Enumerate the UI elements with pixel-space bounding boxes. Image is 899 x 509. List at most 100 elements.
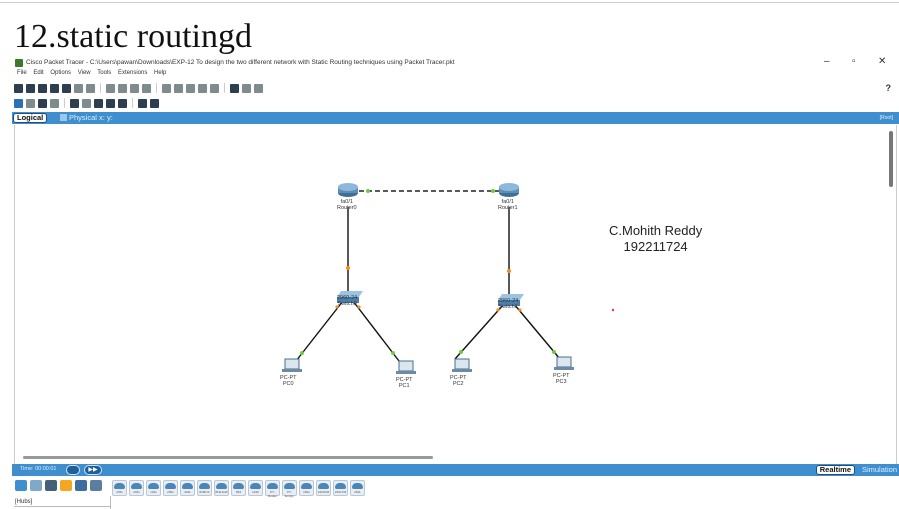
student-id: 192211724 [623,239,688,254]
device-model-4321[interactable]: 4321 [129,480,144,496]
new-file-icon[interactable] [14,83,23,93]
copy-icon[interactable] [106,83,115,93]
switch1-label: 2960-24 Switch1 [498,298,518,310]
menu-view[interactable]: View [78,70,91,76]
multiuser-category-icon[interactable] [90,480,102,491]
router1-name: Router1 [498,205,518,211]
maximize-button[interactable]: ▫ [852,56,856,67]
image-icon[interactable] [254,83,263,93]
device-model-2620xm[interactable]: 2620XM [316,480,331,496]
pc2-icon[interactable] [452,358,472,372]
pc0-icon[interactable] [282,358,302,372]
device-model-pt-router[interactable]: PT-Router [265,480,280,498]
note-icon[interactable] [70,98,79,108]
vertical-scrollbar[interactable] [889,131,893,187]
inspect-icon[interactable] [26,98,35,108]
menu-extensions[interactable]: Extensions [118,70,147,76]
power-cycle-button[interactable] [66,465,80,475]
complex-pdu-icon[interactable] [150,98,159,108]
slide-top-rule [0,2,899,3]
menu-help[interactable]: Help [154,70,166,76]
viewport-icon[interactable] [230,83,239,93]
device-model-4331[interactable]: 4331 [112,480,127,496]
simple-pdu-icon[interactable] [138,98,147,108]
cursor-dot [611,308,615,312]
menu-bar: File Edit Options View Tools Extensions … [12,70,166,81]
toolbar-separator [64,98,65,108]
pc1-label: PC-PT PC1 [396,377,413,389]
menu-options[interactable]: Options [50,70,71,76]
link-light [491,189,495,193]
zoom-reset-icon[interactable] [174,83,183,93]
device-model-1240[interactable]: 1240 [248,480,263,496]
packet-tracer-window: Cisco Packet Tracer - C:\Users\pawan\Dow… [12,56,899,509]
logical-workspace[interactable]: fa0/1 Router0 fa0/1 Router1 2960-24 Swit… [14,125,897,464]
redo-icon[interactable] [142,83,151,93]
zoom-in-icon[interactable] [162,83,171,93]
link-light [518,308,522,312]
device-model-pt-empty[interactable]: PT-Empty [282,480,297,498]
link-light [300,351,304,355]
device-model-2911[interactable]: 2911 [180,480,195,496]
pc3-icon[interactable] [554,356,574,370]
workspace-list-icon[interactable] [242,83,251,93]
minimize-button[interactable]: – [824,56,830,67]
menu-file[interactable]: File [17,70,27,76]
save-icon[interactable] [38,83,47,93]
device-model-2621xm[interactable]: 2621XM [333,480,348,496]
secondary-toolbar [14,96,159,110]
realtime-mode-button[interactable]: Realtime [815,465,855,475]
connections-category-icon[interactable] [60,480,72,491]
pc3-name: PC3 [555,379,567,385]
physical-icon [60,114,67,121]
help-button[interactable]: ? [886,83,892,93]
open-file-icon[interactable] [26,83,35,93]
device-model-829[interactable]: 829 [231,480,246,496]
tab-physical[interactable]: Physical x: y: [60,113,113,123]
pc1-icon[interactable] [396,360,416,374]
menu-tools[interactable]: Tools [97,70,111,76]
misc-category-icon[interactable] [75,480,87,491]
horizontal-scrollbar[interactable] [23,456,433,459]
drawing-palette-icon[interactable] [198,83,207,93]
slide-title: 12.static routingd [14,18,252,55]
toolbar-separator [224,83,225,93]
device-model-2901[interactable]: 2901 [163,480,178,496]
student-name: C.Mohith Reddy [609,223,703,238]
network-info-icon[interactable] [86,83,95,93]
router0-icon[interactable] [338,183,358,197]
undo-icon[interactable] [130,83,139,93]
rectangle-icon[interactable] [94,98,103,108]
device-model-2811[interactable]: 2811 [350,480,365,496]
link-light [357,305,361,309]
select-icon[interactable] [14,98,23,108]
pc2-name: PC2 [452,381,464,387]
freeform-icon[interactable] [118,98,127,108]
device-model-1941[interactable]: 1941 [146,480,161,496]
device-model-819iox[interactable]: 819IOX [197,480,212,496]
router1-icon[interactable] [499,183,519,197]
tab-logical[interactable]: Logical [13,113,48,123]
end-devices-category-icon[interactable] [30,480,42,491]
resize-icon[interactable] [50,98,59,108]
window-title: Cisco Packet Tracer - C:\Users\pawan\Dow… [26,59,455,66]
student-annotation[interactable]: C.Mohith Reddy 192211724 [609,223,702,255]
info-icon[interactable] [62,83,71,93]
menu-edit[interactable]: Edit [33,70,43,76]
custom-devices-icon[interactable] [210,83,219,93]
fast-forward-button[interactable]: ▶▶ [84,465,102,475]
device-model-819hgw[interactable]: 819HGW [214,480,229,496]
simulation-mode-button[interactable]: Simulation [862,465,897,475]
line-icon[interactable] [82,98,91,108]
components-category-icon[interactable] [45,480,57,491]
ellipse-icon[interactable] [106,98,115,108]
delete-icon[interactable] [38,98,47,108]
paste-icon[interactable] [118,83,127,93]
print-icon[interactable] [50,83,59,93]
activity-wizard-icon[interactable] [74,83,83,93]
network-devices-category-icon[interactable] [15,480,27,491]
close-button[interactable]: ✕ [878,56,886,67]
device-model-1841[interactable]: 1841 [299,480,314,496]
link-light [507,269,511,273]
zoom-out-icon[interactable] [186,83,195,93]
